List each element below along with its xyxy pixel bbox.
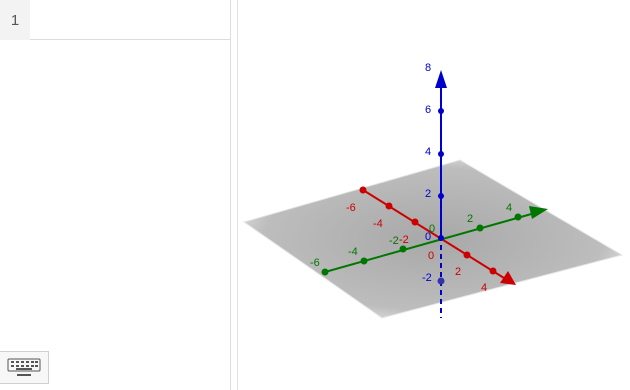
z-tick-dot — [438, 151, 444, 157]
z-tick-label: 2 — [425, 188, 431, 200]
origin-point — [438, 235, 444, 241]
y-tick-dot — [399, 245, 407, 253]
y-tick-dot — [514, 213, 522, 221]
y-tick-label: 4 — [506, 202, 512, 214]
y-tick-label: -6 — [310, 257, 320, 269]
y-tick-label: -4 — [348, 246, 358, 258]
z-tick-label: 0 — [425, 231, 431, 243]
z-tick-label: 4 — [425, 146, 431, 158]
algebra-panel: 1 — [0, 0, 231, 390]
z-tick-label: 6 — [425, 104, 431, 116]
x-tick-dot — [463, 251, 471, 259]
z-tick-label: 8 — [425, 62, 431, 74]
x-tick-label: -6 — [346, 202, 356, 214]
z-tick-dot — [438, 108, 444, 114]
y-tick-dot — [476, 224, 484, 232]
row-number: 1 — [0, 0, 30, 40]
x-tick-label: -4 — [373, 218, 383, 230]
z-tick-dot — [437, 277, 445, 285]
graphics-3d-view[interactable]: -6 -4 -2 0 2 4 -6 -4 -2 0 2 4 -2 0 2 4 6… — [238, 0, 630, 390]
x-tick-dot — [489, 267, 497, 275]
x-tick-label: 2 — [455, 266, 461, 278]
z-tick-label: -2 — [422, 272, 432, 284]
x-tick-dot — [385, 202, 393, 210]
y-tick-label: 2 — [467, 213, 473, 225]
xy-plane[interactable] — [242, 159, 624, 319]
algebra-input-field[interactable] — [30, 0, 230, 40]
panel-splitter[interactable] — [231, 0, 238, 390]
x-tick-label: 0 — [428, 250, 434, 262]
keyboard-icon — [7, 358, 41, 376]
x-tick-label: 4 — [481, 282, 487, 294]
x-tick-dot — [359, 186, 367, 194]
y-tick-dot — [360, 257, 368, 265]
y-tick-dot — [321, 268, 329, 276]
algebra-input-row[interactable]: 1 — [0, 0, 230, 40]
keyboard-button[interactable] — [0, 351, 49, 384]
z-axis-arrow — [435, 70, 447, 88]
x-tick-dot — [411, 218, 419, 226]
x-tick-label: -2 — [399, 234, 409, 246]
y-tick-label: -2 — [389, 235, 399, 247]
z-tick-dot — [438, 193, 444, 199]
